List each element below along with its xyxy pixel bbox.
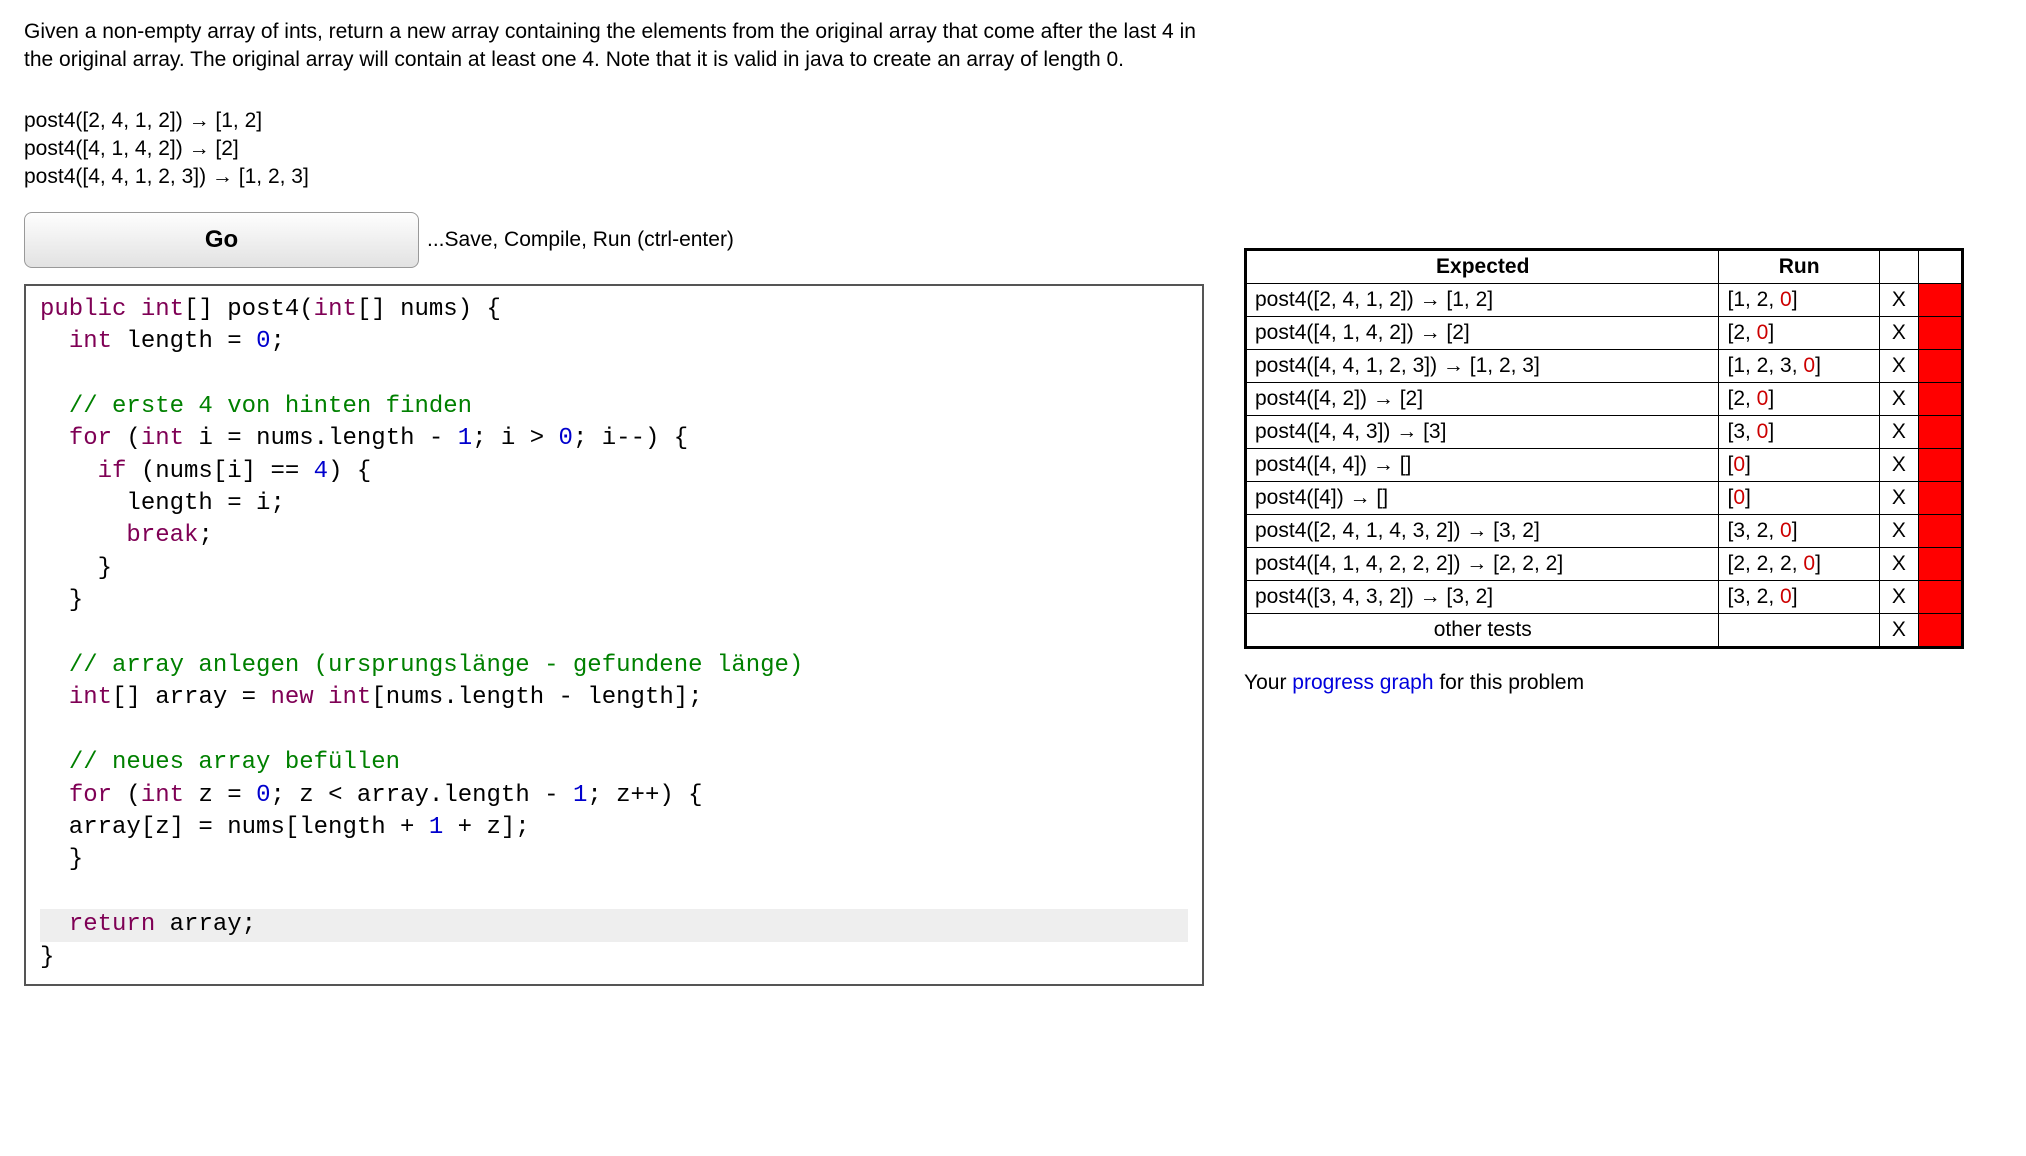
result-row: post4([4, 1, 4, 2, 2, 2]) → [2, 2, 2][2,…: [1246, 548, 1963, 581]
problem-description: Given a non-empty array of ints, return …: [24, 18, 1204, 75]
expected-cell: post4([4, 4, 1, 2, 3]) → [1, 2, 3]: [1246, 350, 1719, 383]
expected-cell: post4([4, 2]) → [2]: [1246, 383, 1719, 416]
col-mark: [1879, 250, 1918, 284]
run-cell: [1, 2, 0]: [1719, 284, 1879, 317]
status-bar: [1919, 482, 1963, 515]
status-bar: [1919, 317, 1963, 350]
col-bar: [1919, 250, 1963, 284]
code-editor[interactable]: public int[] post4(int[] nums) { int len…: [24, 284, 1204, 986]
col-run: Run: [1719, 250, 1879, 284]
status-bar: [1919, 614, 1963, 648]
go-button[interactable]: Go: [24, 212, 419, 268]
run-cell: [3, 2, 0]: [1719, 515, 1879, 548]
expected-cell: post4([2, 4, 1, 2]) → [1, 2]: [1246, 284, 1719, 317]
result-row: post4([2, 4, 1, 2]) → [1, 2][1, 2, 0]X: [1246, 284, 1963, 317]
run-cell: [1, 2, 3, 0]: [1719, 350, 1879, 383]
mark-cell: X: [1879, 581, 1918, 614]
results-table: Expected Run post4([2, 4, 1, 2]) → [1, 2…: [1244, 248, 1964, 649]
expected-cell: post4([4, 4, 3]) → [3]: [1246, 416, 1719, 449]
run-cell: [2, 0]: [1719, 383, 1879, 416]
mark-cell: X: [1879, 317, 1918, 350]
expected-cell: post4([4, 1, 4, 2]) → [2]: [1246, 317, 1719, 350]
result-row-other: other tests X: [1246, 614, 1963, 648]
status-bar: [1919, 383, 1963, 416]
mark-cell: X: [1879, 548, 1918, 581]
mark-cell: X: [1879, 416, 1918, 449]
example-line: post4([2, 4, 1, 2]) → [1, 2]: [24, 107, 1204, 135]
run-cell: [3, 0]: [1719, 416, 1879, 449]
col-expected: Expected: [1246, 250, 1719, 284]
expected-cell: post4([4]) → []: [1246, 482, 1719, 515]
result-row: post4([4, 4, 3]) → [3][3, 0]X: [1246, 416, 1963, 449]
status-bar: [1919, 449, 1963, 482]
status-bar: [1919, 416, 1963, 449]
status-bar: [1919, 548, 1963, 581]
result-row: post4([4, 2]) → [2][2, 0]X: [1246, 383, 1963, 416]
status-bar: [1919, 515, 1963, 548]
go-hint: ...Save, Compile, Run (ctrl-enter): [427, 228, 734, 252]
status-bar: [1919, 581, 1963, 614]
result-row: post4([4, 4, 1, 2, 3]) → [1, 2, 3][1, 2,…: [1246, 350, 1963, 383]
result-row: post4([4]) → [][0]X: [1246, 482, 1963, 515]
problem-examples: post4([2, 4, 1, 2]) → [1, 2]post4([4, 1,…: [24, 107, 1204, 192]
expected-cell: post4([4, 1, 4, 2, 2, 2]) → [2, 2, 2]: [1246, 548, 1719, 581]
result-row: post4([2, 4, 1, 4, 3, 2]) → [3, 2][3, 2,…: [1246, 515, 1963, 548]
mark-cell: X: [1879, 383, 1918, 416]
mark-cell: X: [1879, 350, 1918, 383]
mark-cell: X: [1879, 449, 1918, 482]
expected-cell: post4([4, 4]) → []: [1246, 449, 1719, 482]
expected-cell: post4([3, 4, 3, 2]) → [3, 2]: [1246, 581, 1719, 614]
run-cell: [2, 0]: [1719, 317, 1879, 350]
mark-cell: X: [1879, 614, 1918, 648]
other-tests-label: other tests: [1246, 614, 1719, 648]
result-row: post4([3, 4, 3, 2]) → [3, 2][3, 2, 0]X: [1246, 581, 1963, 614]
mark-cell: X: [1879, 284, 1918, 317]
example-line: post4([4, 1, 4, 2]) → [2]: [24, 135, 1204, 163]
mark-cell: X: [1879, 482, 1918, 515]
status-bar: [1919, 350, 1963, 383]
status-bar: [1919, 284, 1963, 317]
run-cell: [3, 2, 0]: [1719, 581, 1879, 614]
run-cell: [1719, 614, 1879, 648]
progress-graph-link[interactable]: progress graph: [1292, 671, 1433, 694]
run-cell: [0]: [1719, 482, 1879, 515]
example-line: post4([4, 4, 1, 2, 3]) → [1, 2, 3]: [24, 163, 1204, 191]
mark-cell: X: [1879, 515, 1918, 548]
run-cell: [2, 2, 2, 0]: [1719, 548, 1879, 581]
run-cell: [0]: [1719, 449, 1879, 482]
progress-line: Your progress graph for this problem: [1244, 671, 2002, 695]
expected-cell: post4([2, 4, 1, 4, 3, 2]) → [3, 2]: [1246, 515, 1719, 548]
result-row: post4([4, 4]) → [][0]X: [1246, 449, 1963, 482]
result-row: post4([4, 1, 4, 2]) → [2][2, 0]X: [1246, 317, 1963, 350]
